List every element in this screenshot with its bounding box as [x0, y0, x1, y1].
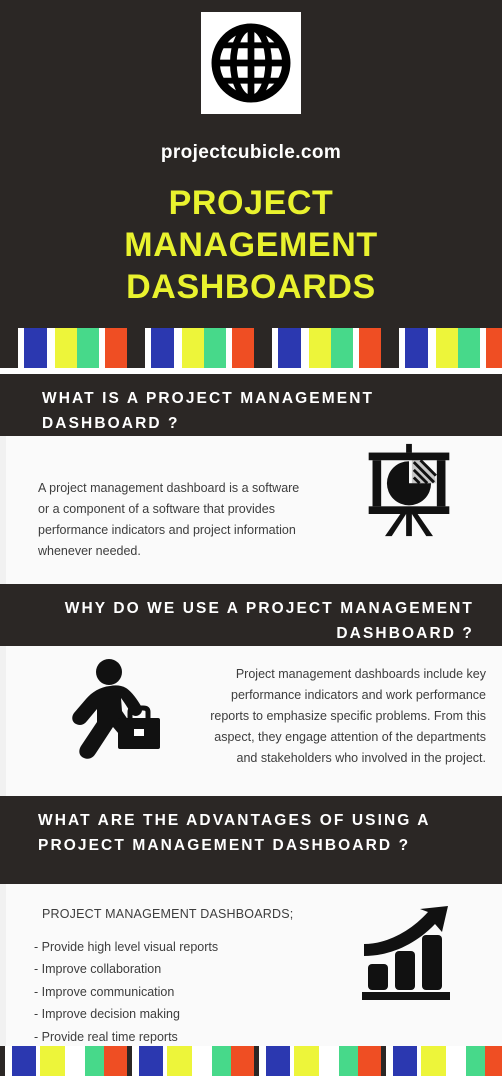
stripe-segment	[0, 328, 18, 368]
stripe-segment	[40, 1046, 65, 1076]
stripe-segment	[55, 328, 77, 368]
stripe-segment	[485, 1046, 502, 1076]
stripe-segment	[358, 1046, 381, 1076]
section-header-advantages: WHAT ARE THE ADVANTAGES OF USING A PROJE…	[0, 796, 502, 884]
stripe-group	[254, 1046, 381, 1076]
stripe-segment	[301, 328, 309, 368]
advantages-list: PROJECT MANAGEMENT DASHBOARDS; - Provide…	[34, 904, 334, 1049]
list-item: - Provide real time reports	[34, 1029, 178, 1044]
stripe-segment	[104, 1046, 127, 1076]
stripe-group	[381, 328, 502, 368]
site-name: projectcubicle.com	[160, 142, 342, 163]
stripe-segment	[486, 328, 502, 368]
list-item: - Improve communication	[34, 984, 175, 999]
list-item: - Provide high level visual reports	[34, 939, 219, 954]
stripe-segment	[466, 1046, 485, 1076]
stripe-segment	[339, 1046, 358, 1076]
top-stripe-band	[0, 328, 502, 368]
stripe-segment	[139, 1046, 163, 1076]
stripe-segment	[421, 1046, 446, 1076]
section-panel-what-is: A project management dashboard is a soft…	[0, 436, 502, 584]
stripe-segment	[85, 1046, 104, 1076]
stripe-segment	[167, 1046, 192, 1076]
stripe-segment	[278, 328, 301, 368]
stripe-segment	[319, 1046, 339, 1076]
stripe-segment	[446, 1046, 466, 1076]
stripe-segment	[174, 328, 182, 368]
stripe-segment	[294, 1046, 319, 1076]
stripe-segment	[259, 1046, 266, 1076]
businessman-walking-icon	[64, 656, 164, 764]
stripe-segment	[381, 328, 399, 368]
stripe-segment	[212, 1046, 231, 1076]
stripe-segment	[232, 328, 254, 368]
stripe-group	[0, 328, 127, 368]
stripe-segment	[24, 328, 47, 368]
stripe-segment	[151, 328, 174, 368]
stripe-segment	[266, 1046, 290, 1076]
stripe-segment	[331, 328, 353, 368]
section-body-why-use: Project management dashboards include ke…	[210, 667, 486, 765]
stripe-segment	[309, 328, 331, 368]
section-header-why-use: WHY DO WE USE A PROJECT MANAGEMENT DASHB…	[0, 584, 502, 646]
stripe-segment	[105, 328, 127, 368]
infographic-page: projectcubicle.com PROJECT MANAGEMENT DA…	[0, 0, 502, 1076]
bottom-stripe-band	[0, 1046, 502, 1076]
section-panel-why-use: Project management dashboards include ke…	[0, 646, 502, 796]
hero-banner: projectcubicle.com PROJECT MANAGEMENT DA…	[0, 0, 502, 328]
stripe-segment	[77, 328, 99, 368]
stripe-segment	[254, 328, 272, 368]
stripe-segment	[47, 328, 55, 368]
list-item: - Improve decision making	[34, 1007, 180, 1021]
stripe-group	[127, 328, 254, 368]
stripe-segment	[127, 328, 145, 368]
stripe-segment	[359, 328, 381, 368]
page-title: PROJECT MANAGEMENT DASHBOARDS	[124, 184, 378, 306]
growth-bar-chart-icon	[356, 906, 456, 1002]
globe-icon	[201, 12, 301, 114]
section-header-what-is: WHAT IS A PROJECT MANAGEMENT DASHBOARD ?	[0, 374, 502, 436]
stripe-segment	[182, 328, 204, 368]
section-panel-advantages: PROJECT MANAGEMENT DASHBOARDS; - Provide…	[0, 884, 502, 1046]
stripe-group	[0, 1046, 127, 1076]
stripe-group	[381, 1046, 502, 1076]
stripe-segment	[386, 1046, 393, 1076]
stripe-segment	[405, 328, 428, 368]
stripe-segment	[231, 1046, 254, 1076]
stripe-group	[127, 1046, 254, 1076]
presentation-chart-icon	[361, 442, 457, 538]
stripe-segment	[132, 1046, 139, 1076]
stripe-segment	[428, 328, 436, 368]
stripe-segment	[65, 1046, 85, 1076]
stripe-group	[254, 328, 381, 368]
section-body-what-is: A project management dashboard is a soft…	[38, 481, 300, 558]
stripe-segment	[204, 328, 226, 368]
stripe-segment	[5, 1046, 12, 1076]
stripe-segment	[393, 1046, 417, 1076]
list-item: - Improve collaboration	[34, 962, 162, 976]
stripe-segment	[436, 328, 458, 368]
stripe-segment	[192, 1046, 212, 1076]
advantages-list-heading: PROJECT MANAGEMENT DASHBOARDS;	[42, 907, 294, 921]
stripe-segment	[458, 328, 480, 368]
stripe-segment	[12, 1046, 36, 1076]
